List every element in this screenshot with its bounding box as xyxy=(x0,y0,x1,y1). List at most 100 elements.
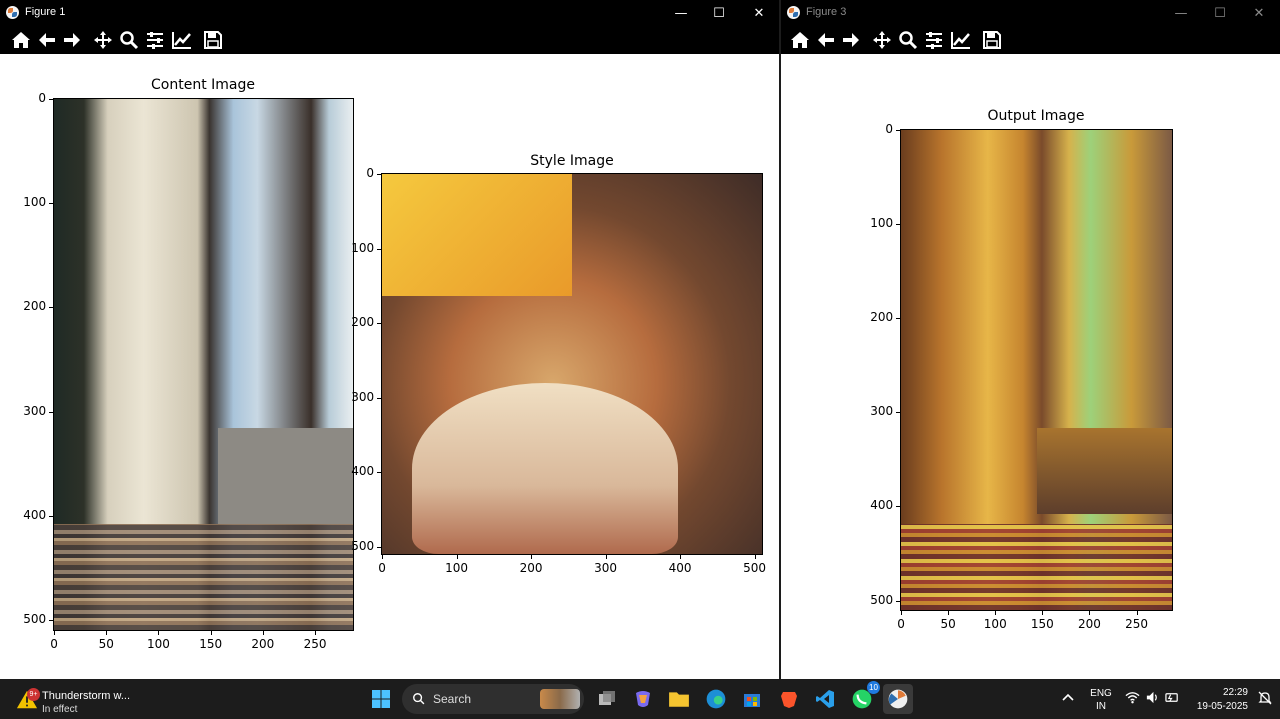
y-tick-mark xyxy=(377,248,381,250)
y-tick-label: 100 xyxy=(351,240,375,255)
x-tick-mark xyxy=(106,631,108,635)
y-tick-label: 0 xyxy=(366,166,375,180)
x-tick-label: 150 xyxy=(1030,617,1054,631)
y-tick-mark xyxy=(896,600,900,602)
y-tick-mark xyxy=(49,307,53,309)
x-tick-label: 400 xyxy=(668,561,692,575)
y-tick-label: 400 xyxy=(23,507,47,522)
clock-time: 22:29 xyxy=(1222,687,1248,698)
copilot-button[interactable] xyxy=(628,684,658,714)
pan-icon[interactable] xyxy=(91,28,115,52)
close-button[interactable]: ✕ xyxy=(1240,0,1278,26)
start-button[interactable] xyxy=(366,684,396,714)
zoom-icon[interactable] xyxy=(896,28,920,52)
home-icon[interactable] xyxy=(9,28,33,52)
pan-icon[interactable] xyxy=(870,28,894,52)
x-tick-label: 250 xyxy=(1125,617,1148,631)
store-icon xyxy=(744,694,760,707)
x-tick-label: 0 xyxy=(897,617,905,631)
x-tick-mark xyxy=(315,631,316,635)
y-tick-label: 0 xyxy=(885,122,894,136)
window-title: Figure 1 xyxy=(25,6,66,18)
weather-widget[interactable]: 9+ Thunderstorm w... In effect xyxy=(14,683,144,715)
x-tick-label: 100 xyxy=(983,617,1007,631)
save-icon[interactable] xyxy=(980,28,1004,52)
minimize-button[interactable]: — xyxy=(1162,0,1200,26)
y-tick-label: 500 xyxy=(23,612,47,626)
battery-saver-icon xyxy=(1165,693,1178,702)
minimize-button[interactable]: — xyxy=(662,0,700,26)
maximize-button[interactable]: ☐ xyxy=(1201,0,1239,26)
maximize-button[interactable]: ☐ xyxy=(700,0,738,26)
quick-settings[interactable] xyxy=(1124,689,1184,709)
content-image-title: Content Image xyxy=(151,77,255,93)
x-tick-label: 150 xyxy=(199,637,223,651)
edge-button[interactable] xyxy=(701,684,731,714)
save-icon[interactable] xyxy=(201,28,225,52)
window-title: Figure 3 xyxy=(806,6,847,18)
clock[interactable]: 22:29 19-05-2025 xyxy=(1188,686,1248,714)
x-tick-mark xyxy=(995,611,997,615)
store-button[interactable] xyxy=(737,684,767,714)
x-tick-mark xyxy=(948,611,950,615)
vscode-button[interactable] xyxy=(810,684,840,714)
figure-3-titlebar[interactable]: Figure 3 — ☐ ✕ xyxy=(781,0,1280,26)
y-tick-label: 300 xyxy=(870,404,894,419)
matplotlib-icon xyxy=(888,689,908,709)
taskbar-search[interactable]: Search xyxy=(402,684,584,714)
weather-title: Thunderstorm w... xyxy=(42,690,131,702)
y-tick-label: 200 xyxy=(870,310,894,325)
brave-button[interactable] xyxy=(774,684,804,714)
content-image xyxy=(53,98,354,631)
matplotlib-app-icon xyxy=(6,6,19,19)
task-view-icon xyxy=(599,691,615,705)
navigation-toolbar xyxy=(0,26,779,54)
edit-axis-icon[interactable] xyxy=(170,28,194,52)
x-tick-label: 200 xyxy=(1078,617,1101,631)
y-tick-label: 400 xyxy=(351,464,375,478)
whatsapp-button[interactable]: 10 xyxy=(847,681,880,714)
output-image xyxy=(900,129,1173,611)
back-arrow-icon[interactable] xyxy=(814,28,838,52)
notification-button[interactable] xyxy=(1257,690,1273,706)
search-highlight-icon xyxy=(540,689,580,709)
search-placeholder: Search xyxy=(433,692,472,706)
x-tick-mark xyxy=(680,555,681,559)
y-tick-label: 100 xyxy=(870,216,894,231)
y-tick-mark xyxy=(49,99,53,100)
x-tick-mark xyxy=(605,555,607,559)
output-image-title: Output Image xyxy=(987,108,1085,124)
show-hidden-icons-button[interactable] xyxy=(1060,690,1076,706)
search-icon xyxy=(413,693,425,705)
x-tick-mark xyxy=(262,631,264,635)
x-tick-label: 100 xyxy=(147,637,170,651)
forward-arrow-icon[interactable] xyxy=(839,28,863,52)
python-figure-button[interactable] xyxy=(883,684,913,714)
y-tick-label: 100 xyxy=(23,195,47,210)
back-arrow-icon[interactable] xyxy=(35,28,59,52)
close-button[interactable]: ✕ xyxy=(740,0,778,26)
x-tick-mark xyxy=(382,555,383,559)
forward-arrow-icon[interactable] xyxy=(60,28,84,52)
x-tick-mark xyxy=(210,631,212,635)
y-tick-mark xyxy=(377,323,381,324)
task-view-button[interactable] xyxy=(592,684,622,714)
x-tick-mark xyxy=(54,631,55,635)
windows-logo-icon xyxy=(372,690,390,708)
edit-axis-icon[interactable] xyxy=(949,28,973,52)
y-tick-mark xyxy=(896,130,900,131)
figure-1-titlebar[interactable]: Figure 1 — ☐ ✕ xyxy=(0,0,779,26)
configure-subplots-icon[interactable] xyxy=(143,28,167,52)
brave-lion-icon xyxy=(781,692,797,708)
whatsapp-badge: 10 xyxy=(867,681,880,694)
home-icon[interactable] xyxy=(788,28,812,52)
y-tick-label: 300 xyxy=(23,403,47,418)
language-indicator[interactable]: ENG IN xyxy=(1087,687,1115,713)
y-tick-label: 200 xyxy=(23,299,47,314)
file-explorer-button[interactable] xyxy=(664,684,694,714)
style-image-title: Style Image xyxy=(530,153,614,169)
y-tick-mark xyxy=(377,174,381,175)
zoom-icon[interactable] xyxy=(117,28,141,52)
x-tick-mark xyxy=(901,611,902,615)
configure-subplots-icon[interactable] xyxy=(922,28,946,52)
